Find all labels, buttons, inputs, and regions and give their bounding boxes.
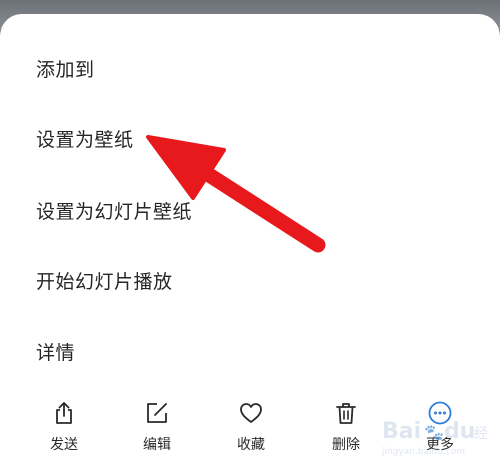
bottom-sheet: 添加到 设置为壁纸 设置为幻灯片壁纸 开始幻灯片播放 详情	[0, 14, 500, 462]
menu-item-add-to[interactable]: 添加到	[36, 58, 95, 82]
menu-item-start-slideshow[interactable]: 开始幻灯片播放	[36, 270, 173, 294]
delete-label: 删除	[332, 437, 360, 453]
edit-icon	[147, 403, 167, 423]
heart-icon	[240, 403, 262, 423]
delete-button[interactable]: 删除	[316, 400, 376, 462]
menu-item-set-as-slideshow-wallpaper[interactable]: 设置为幻灯片壁纸	[36, 200, 192, 224]
share-label: 发送	[50, 437, 78, 453]
svg-text:jingyan.baidu.com: jingyan.baidu.com	[381, 447, 465, 457]
share-button[interactable]: 发送	[34, 400, 94, 462]
svg-text:Bai: Bai	[382, 419, 421, 444]
screen: 添加到 设置为壁纸 设置为幻灯片壁纸 开始幻灯片播放 详情 发送 编辑 收藏 删…	[0, 0, 500, 462]
menu-item-set-as-wallpaper[interactable]: 设置为壁纸	[36, 128, 134, 152]
svg-text:经: 经	[474, 426, 488, 442]
menu-item-details[interactable]: 详情	[36, 341, 75, 365]
svg-text:du: du	[444, 419, 475, 444]
edit-label: 编辑	[143, 437, 171, 453]
baidu-watermark-logo: Bai 🐾 du 经 jingyan.baidu.com	[381, 419, 488, 457]
favorite-label: 收藏	[237, 437, 265, 453]
svg-text:🐾: 🐾	[424, 423, 444, 442]
share-icon	[56, 402, 72, 424]
edit-button[interactable]: 编辑	[127, 400, 187, 462]
favorite-button[interactable]: 收藏	[221, 400, 281, 462]
trash-icon	[336, 403, 356, 424]
